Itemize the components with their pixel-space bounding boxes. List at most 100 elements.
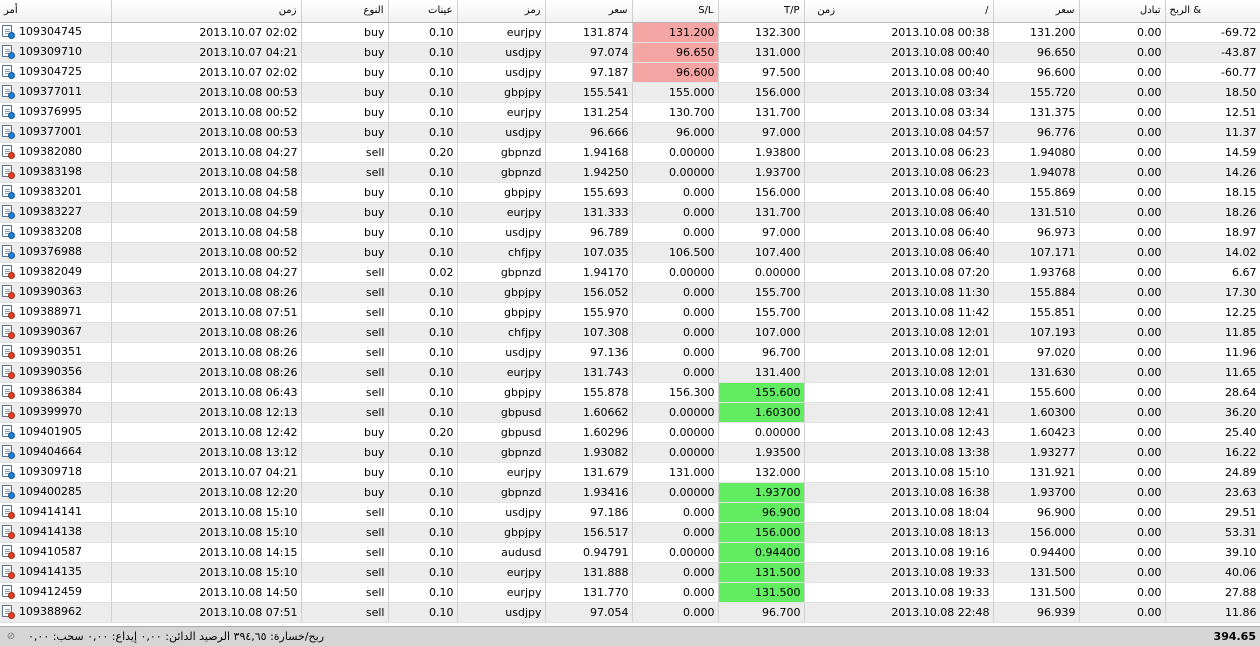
table-row[interactable]: 109377011 2013.10.08 00:53 buy 0.10 gbpjpy 15… [0,82,1260,103]
sl-cell: 0.000 [632,222,719,243]
open-time-cell: 2013.10.08 04:58 [111,182,302,203]
symbol-cell: eurjpy [457,462,546,483]
table-row[interactable]: 109414135 2013.10.08 15:10 sell 0.10 eurjpy 1… [0,562,1260,583]
profit-cell: 11.85 [1165,322,1260,343]
size-cell: 0.20 [388,422,458,443]
size-cell: 0.10 [388,562,458,583]
order-number: 109414141 [19,505,82,518]
col-header-order[interactable]: أمر [0,0,112,23]
col-header-sl[interactable]: S/L [632,0,719,23]
table-row[interactable]: 109376988 2013.10.08 00:52 buy 0.10 chfjpy 10… [0,242,1260,263]
size-cell: 0.10 [388,402,458,423]
sl-cell: 0.000 [632,322,719,343]
open-price-cell: 131.743 [545,362,633,383]
close-price-cell: 96.776 [993,122,1080,143]
table-row[interactable]: 109382049 2013.10.08 04:27 sell 0.02 gbpnzd 1… [0,262,1260,283]
size-cell: 0.10 [388,82,458,103]
table-row[interactable]: 109382080 2013.10.08 04:27 sell 0.20 gbpnzd 1… [0,142,1260,163]
sell-order-icon [2,325,15,339]
table-row[interactable]: 109390351 2013.10.08 08:26 sell 0.10 usdjpy 9… [0,342,1260,363]
table-row[interactable]: 109383227 2013.10.08 04:59 buy 0.10 eurjpy 13… [0,202,1260,223]
close-time-cell: 2013.10.08 19:16 [804,542,994,563]
col-header-open-time[interactable]: زمن [111,0,302,23]
table-row[interactable]: 109410587 2013.10.08 14:15 sell 0.10 audusd 0… [0,542,1260,563]
sl-cell: 0.000 [632,582,719,603]
size-cell: 0.10 [388,442,458,463]
open-price-cell: 97.074 [545,42,633,63]
table-row[interactable]: 109414141 2013.10.08 15:10 sell 0.10 usdjpy 9… [0,502,1260,523]
col-header-close-time[interactable]: زمن / [804,0,994,23]
sl-cell: 0.00000 [632,402,719,423]
open-time-cell: 2013.10.08 04:58 [111,162,302,183]
tp-cell: 107.000 [718,322,805,343]
sl-cell: 0.00000 [632,482,719,503]
table-row[interactable]: 109309710 2013.10.07 04:21 buy 0.10 usdjpy 97… [0,42,1260,63]
table-row[interactable]: 109377001 2013.10.08 00:53 buy 0.10 usdjpy 96… [0,122,1260,143]
open-time-cell: 2013.10.08 15:10 [111,502,302,523]
sl-cell: 0.000 [632,602,719,623]
type-cell: buy [301,42,389,63]
profit-cell: 11.65 [1165,362,1260,383]
close-time-cell: 2013.10.08 12:01 [804,342,994,363]
swap-cell: 0.00 [1079,182,1166,203]
table-row[interactable]: 109304725 2013.10.07 02:02 buy 0.10 usdjpy 97… [0,62,1260,83]
order-number: 109376995 [19,105,82,118]
symbol-cell: gbpnzd [457,482,546,503]
swap-cell: 0.00 [1079,402,1166,423]
close-time-cell: 2013.10.08 13:38 [804,442,994,463]
table-row[interactable]: 109414138 2013.10.08 15:10 sell 0.10 gbpjpy 1… [0,522,1260,543]
open-price-cell: 96.666 [545,122,633,143]
table-row[interactable]: 109304745 2013.10.07 02:02 buy 0.10 eurjpy 13… [0,22,1260,43]
tp-cell: 97.000 [718,122,805,143]
table-row[interactable]: 109386384 2013.10.08 06:43 sell 0.10 gbpjpy 1… [0,382,1260,403]
size-cell: 0.10 [388,62,458,83]
table-row[interactable]: 109309718 2013.10.07 04:21 buy 0.10 eurjpy 13… [0,462,1260,483]
table-row[interactable]: 109401905 2013.10.08 12:42 buy 0.20 gbpusd 1.… [0,422,1260,443]
col-header-open-price[interactable]: سعر [545,0,633,23]
close-time-cell: 2013.10.08 12:01 [804,362,994,383]
col-header-swap[interactable]: تبادل [1079,0,1166,23]
col-header-type[interactable]: النوع [301,0,389,23]
order-number: 109400285 [19,485,82,498]
order-number: 109383208 [19,225,82,238]
tp-cell: 132.300 [718,22,805,43]
profit-cell: 12.25 [1165,302,1260,323]
table-row[interactable]: 109388971 2013.10.08 07:51 sell 0.10 gbpjpy 1… [0,302,1260,323]
swap-cell: 0.00 [1079,462,1166,483]
table-row[interactable]: 109404664 2013.10.08 13:12 buy 0.10 gbpnzd 1.… [0,442,1260,463]
table-row[interactable]: 109383208 2013.10.08 04:58 buy 0.10 usdjpy 96… [0,222,1260,243]
table-row[interactable]: 109390367 2013.10.08 08:26 sell 0.10 chfjpy 1… [0,322,1260,343]
col-header-symbol[interactable]: رمز [457,0,546,23]
col-header-size[interactable]: عينات [388,0,458,23]
open-time-cell: 2013.10.07 02:02 [111,62,302,83]
close-price-cell: 1.94080 [993,142,1080,163]
sell-order-icon [2,565,15,579]
col-header-profit[interactable]: الربح & [1165,0,1260,23]
profit-cell: 27.88 [1165,582,1260,603]
col-header-tp[interactable]: T/P [718,0,805,23]
table-row[interactable]: 109376995 2013.10.08 00:52 buy 0.10 eurjpy 13… [0,102,1260,123]
sl-cell: 0.000 [632,202,719,223]
col-header-close-price[interactable]: سعر [993,0,1080,23]
table-row[interactable]: 109399970 2013.10.08 12:13 sell 0.10 gbpusd 1… [0,402,1260,423]
table-row[interactable]: 109390356 2013.10.08 08:26 sell 0.10 eurjpy 1… [0,362,1260,383]
symbol-cell: gbpjpy [457,522,546,543]
size-cell: 0.10 [388,462,458,483]
table-row[interactable]: 109390363 2013.10.08 08:26 sell 0.10 gbpjpy 1… [0,282,1260,303]
order-cell: 109383208 [0,222,112,243]
table-row[interactable]: 109383198 2013.10.08 04:58 sell 0.10 gbpnzd 1… [0,162,1260,183]
table-row[interactable]: 109412459 2013.10.08 14:50 sell 0.10 eurjpy 1… [0,582,1260,603]
table-row[interactable]: 109383201 2013.10.08 04:58 buy 0.10 gbpjpy 15… [0,182,1260,203]
swap-cell: 0.00 [1079,322,1166,343]
size-cell: 0.10 [388,322,458,343]
profit-cell: 18.50 [1165,82,1260,103]
open-price-cell: 97.054 [545,602,633,623]
open-time-cell: 2013.10.07 02:02 [111,22,302,43]
open-time-cell: 2013.10.08 14:15 [111,542,302,563]
table-row[interactable]: 109388962 2013.10.08 07:51 sell 0.10 usdjpy 9… [0,602,1260,623]
swap-cell: 0.00 [1079,442,1166,463]
close-price-cell: 107.171 [993,242,1080,263]
close-time-cell: 2013.10.08 00:40 [804,62,994,83]
size-cell: 0.10 [388,362,458,383]
table-row[interactable]: 109400285 2013.10.08 12:20 buy 0.10 gbpnzd 1.… [0,482,1260,503]
